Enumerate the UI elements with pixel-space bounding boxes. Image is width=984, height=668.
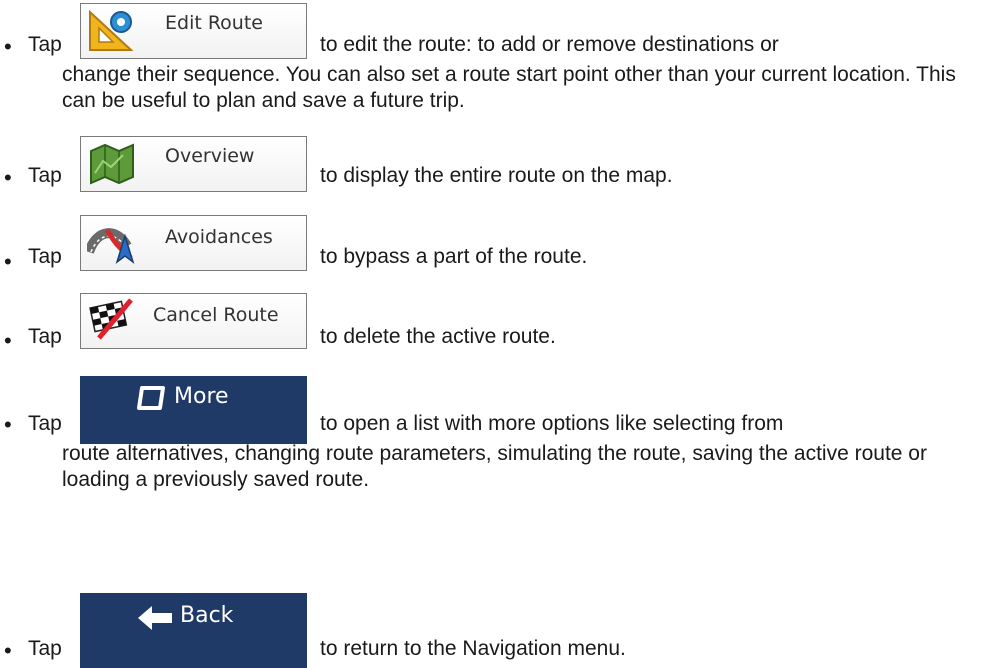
- cancel-route-button[interactable]: Cancel Route: [80, 293, 307, 349]
- checkered-flag-cancel-icon: [87, 298, 135, 347]
- tap-label: Tap: [28, 245, 62, 268]
- bullet: •: [4, 165, 12, 190]
- tap-label: Tap: [28, 637, 62, 660]
- item-description: to bypass a part of the route.: [320, 245, 588, 268]
- bullet: •: [4, 34, 12, 59]
- tap-label: Tap: [28, 33, 62, 56]
- avoidances-button[interactable]: Avoidances: [80, 215, 307, 271]
- tap-label: Tap: [28, 325, 62, 348]
- map-icon: [89, 143, 135, 190]
- more-label: More: [174, 384, 229, 409]
- bullet: •: [4, 328, 12, 353]
- bullet: •: [4, 638, 12, 663]
- bullet: •: [4, 249, 12, 274]
- back-label: Back: [180, 603, 234, 628]
- more-button[interactable]: More: [80, 376, 307, 444]
- ruler-triangle-icon: [87, 8, 135, 59]
- item-description: to delete the active route.: [320, 325, 556, 348]
- item-description: to return to the Navigation menu.: [320, 637, 626, 660]
- item-description: to open a list with more options like se…: [320, 412, 784, 435]
- edit-route-label: Edit Route: [165, 12, 263, 34]
- item-description: to edit the route: to add or remove dest…: [320, 33, 779, 56]
- road-avoid-icon: [84, 222, 137, 269]
- edit-route-button[interactable]: Edit Route: [80, 3, 307, 59]
- overview-button[interactable]: Overview: [80, 136, 307, 192]
- cancel-route-label: Cancel Route: [153, 304, 279, 326]
- item-description: to display the entire route on the map.: [320, 164, 673, 187]
- more-square-icon: [136, 385, 166, 416]
- tap-label: Tap: [28, 412, 62, 435]
- item-description-continued: route alternatives, changing route param…: [62, 442, 927, 491]
- item-description-continued: change their sequence. You can also set …: [62, 63, 956, 112]
- back-button[interactable]: Back: [80, 593, 307, 668]
- bullet: •: [4, 412, 12, 437]
- arrow-left-icon: [138, 606, 172, 635]
- tap-label: Tap: [28, 164, 62, 187]
- avoidances-label: Avoidances: [165, 226, 273, 248]
- overview-label: Overview: [165, 145, 255, 167]
